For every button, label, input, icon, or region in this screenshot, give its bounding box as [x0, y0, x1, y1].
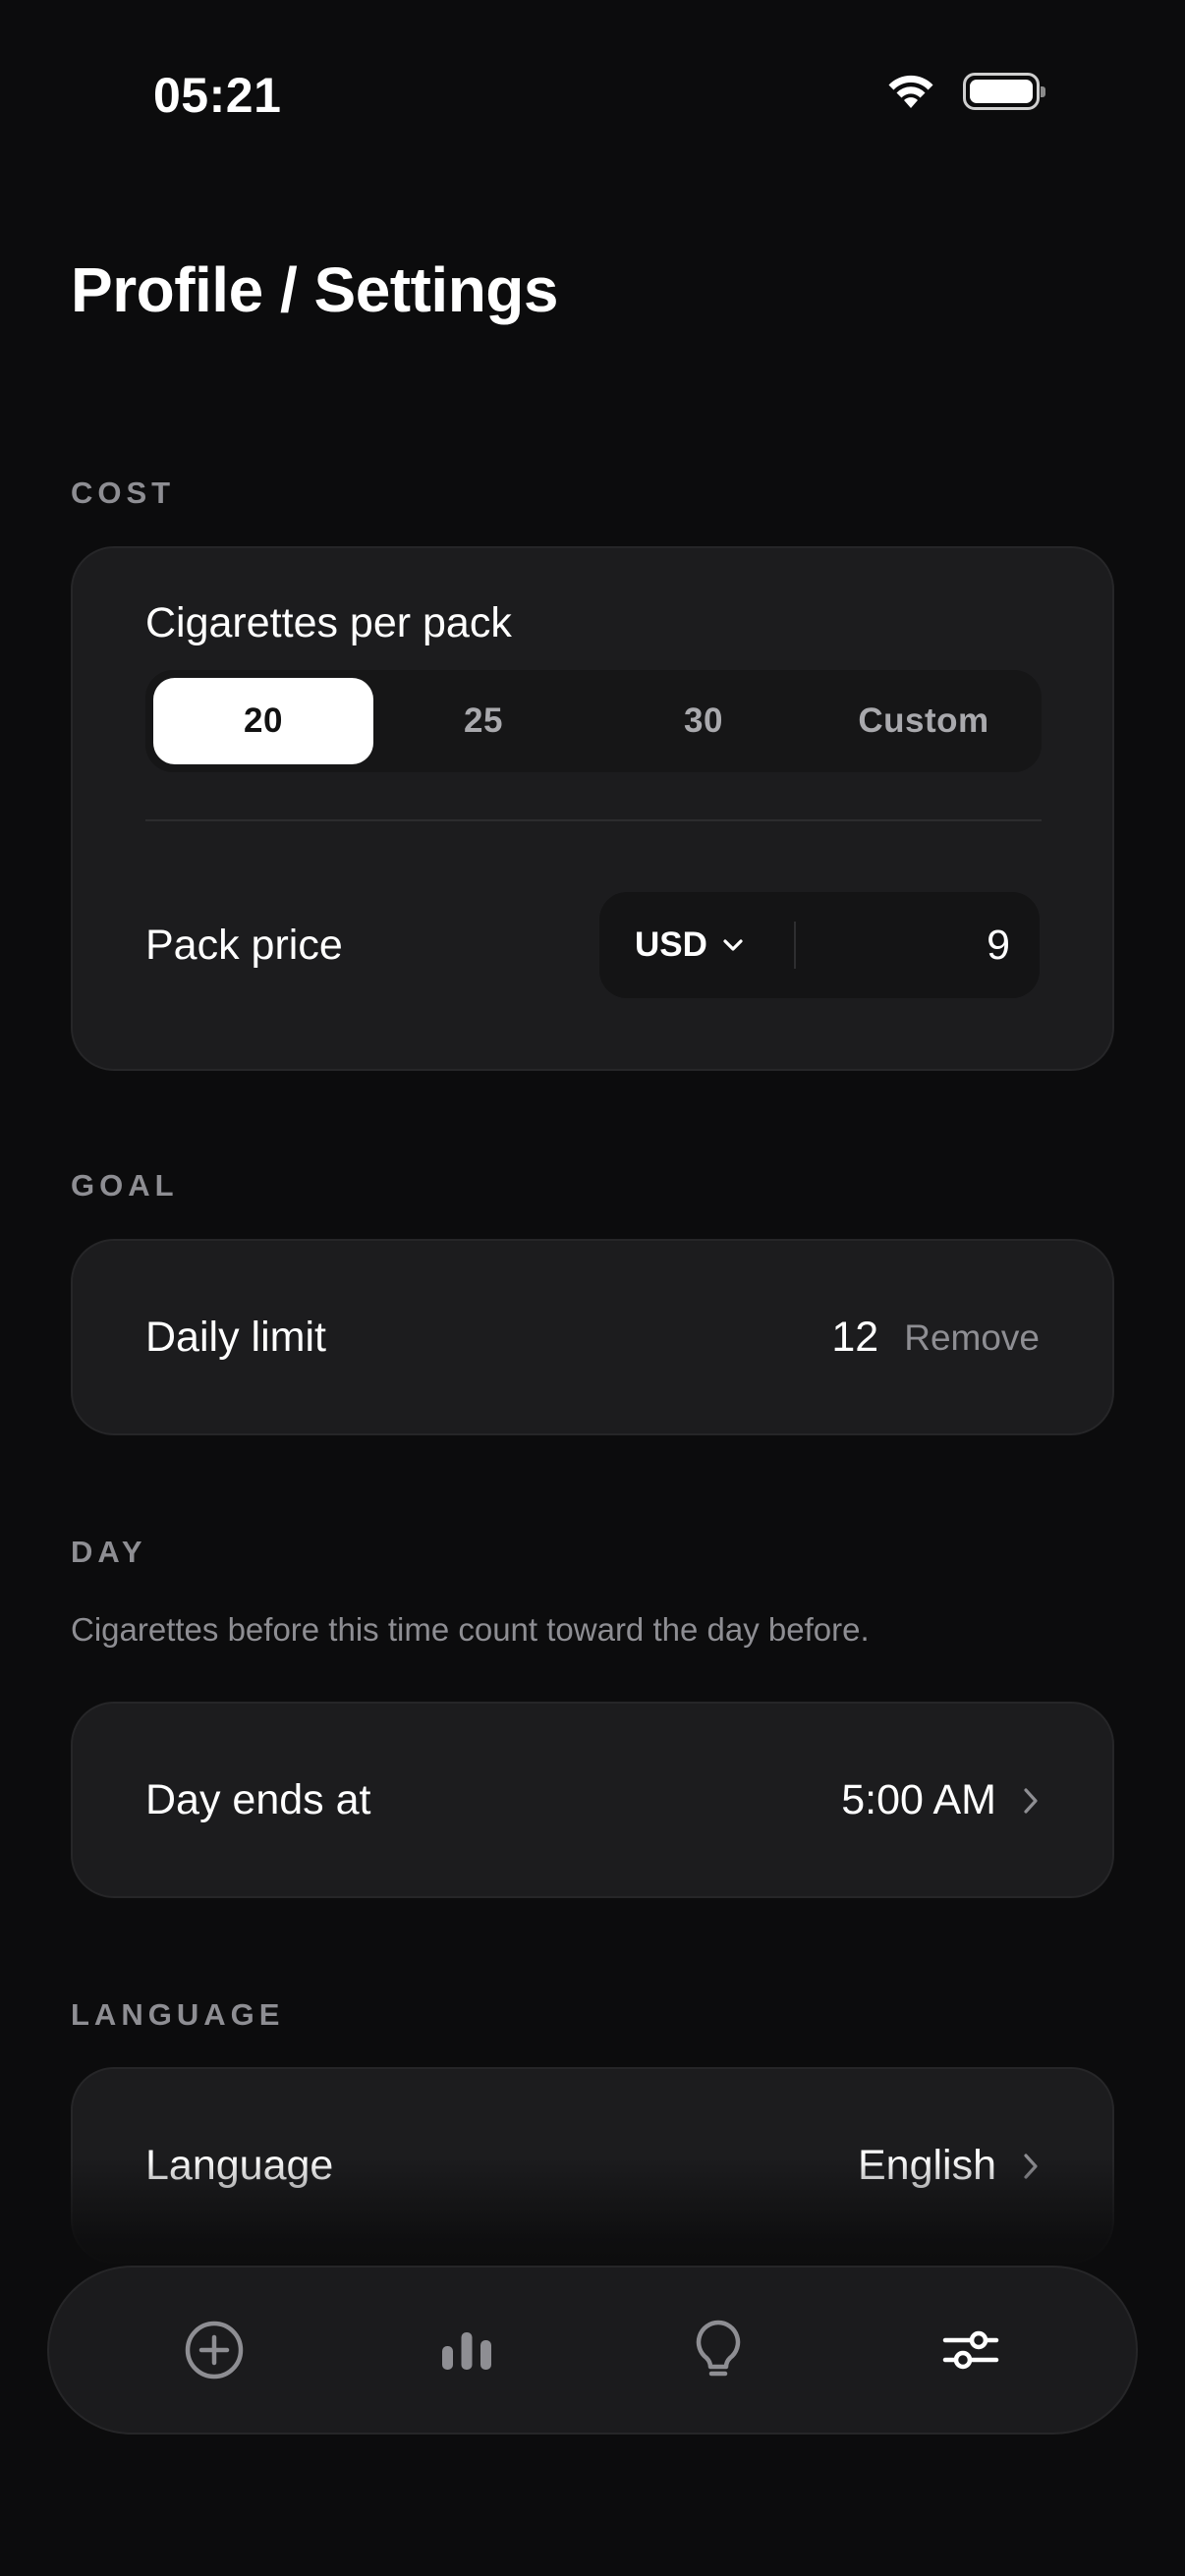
day-hint: Cigarettes before this time count toward… — [71, 1611, 870, 1648]
chevron-right-icon — [1024, 1787, 1038, 1814]
add-circle-icon — [186, 2321, 244, 2380]
sliders-icon — [942, 2330, 998, 2370]
currency-value: USD — [635, 925, 707, 964]
tab-settings[interactable] — [892, 2291, 1049, 2409]
tab-bar — [47, 2266, 1138, 2435]
cost-card: Cigarettes per pack 20 25 30 Custom Pack… — [71, 546, 1114, 1071]
tabbar-fade — [0, 2157, 1185, 2275]
lightbulb-icon — [697, 2320, 741, 2377]
daily-limit-controls: 12 Remove — [831, 1314, 1040, 1362]
settings-screen: 05:21 Profile / Settings COST Cigarettes… — [0, 0, 1185, 2576]
pack-price-input[interactable]: 9 — [796, 922, 1040, 970]
cigarettes-per-pack-label: Cigarettes per pack — [145, 599, 512, 646]
daily-limit-label: Daily limit — [145, 1314, 326, 1361]
status-icons — [886, 73, 1045, 110]
section-label-goal: GOAL — [71, 1168, 179, 1203]
pack-option-25[interactable]: 25 — [373, 678, 593, 764]
wifi-icon — [888, 75, 933, 108]
tab-log[interactable] — [136, 2291, 293, 2409]
chevron-down-icon — [723, 939, 743, 951]
currency-select[interactable]: USD — [599, 925, 794, 965]
pack-option-30[interactable]: 30 — [593, 678, 814, 764]
tab-stats[interactable] — [388, 2291, 545, 2409]
day-ends-value-group: 5:00 AM — [841, 1776, 1040, 1824]
remove-limit-button[interactable]: Remove — [904, 1317, 1040, 1359]
status-time: 05:21 — [153, 68, 282, 123]
pack-option-20[interactable]: 20 — [153, 678, 373, 764]
day-ends-label: Day ends at — [145, 1776, 371, 1823]
pack-option-custom[interactable]: Custom — [814, 678, 1034, 764]
pack-price-input-group: USD 9 — [599, 892, 1040, 998]
section-label-day: DAY — [71, 1535, 147, 1569]
pack-price-label: Pack price — [145, 922, 343, 969]
day-end-row[interactable]: Day ends at 5:00 AM — [71, 1702, 1114, 1898]
daily-limit-value[interactable]: 12 — [831, 1314, 878, 1362]
tab-tips[interactable] — [640, 2291, 797, 2409]
section-label-cost: COST — [71, 476, 176, 510]
section-label-language: LANGUAGE — [71, 1997, 285, 2032]
page-title: Profile / Settings — [71, 254, 558, 325]
day-ends-value: 5:00 AM — [841, 1776, 996, 1823]
cost-divider — [145, 819, 1042, 821]
battery-icon — [963, 73, 1045, 110]
pack-size-segmented-control: 20 25 30 Custom — [145, 670, 1042, 772]
goal-card: Daily limit 12 Remove — [71, 1239, 1114, 1435]
bar-chart-icon — [441, 2332, 491, 2370]
